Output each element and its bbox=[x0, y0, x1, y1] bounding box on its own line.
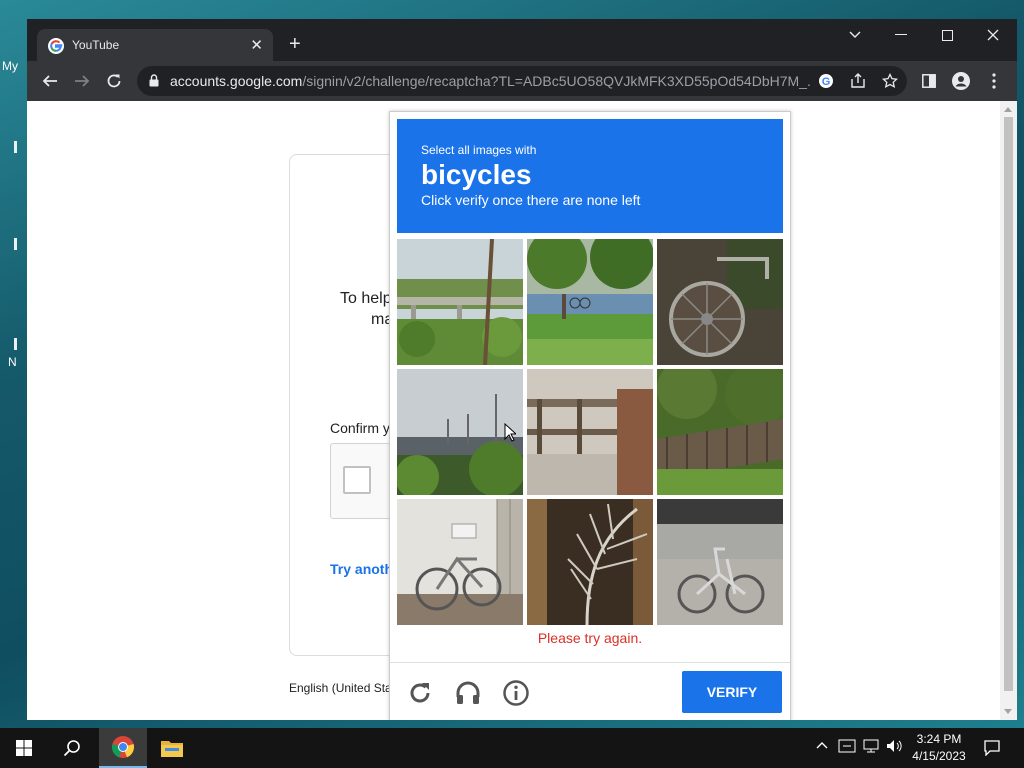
taskbar: 3:24 PM 4/15/2023 bbox=[0, 728, 1024, 768]
error-message: Please try again. bbox=[537, 630, 643, 646]
challenge-instruction: Click verify once there are none left bbox=[421, 192, 641, 208]
captcha-tile-3[interactable] bbox=[657, 239, 783, 365]
browser-window: YouTube ✕ + accounts.google.com/signin/v… bbox=[27, 19, 1017, 720]
minimize-icon[interactable] bbox=[878, 19, 924, 51]
captcha-tile-2[interactable] bbox=[527, 239, 653, 365]
start-windows-icon[interactable] bbox=[0, 728, 48, 768]
side-panel-icon[interactable] bbox=[919, 71, 939, 91]
tab-search-chevron-icon[interactable] bbox=[832, 19, 878, 51]
confirm-text: Confirm y bbox=[330, 420, 390, 436]
clock-time: 3:24 PM bbox=[916, 732, 962, 746]
bookmark-star-icon[interactable] bbox=[881, 72, 899, 90]
menu-kebab-icon[interactable] bbox=[984, 71, 1004, 91]
clock-date: 4/15/2023 bbox=[912, 749, 966, 763]
google-g-icon bbox=[48, 38, 64, 54]
info-icon[interactable] bbox=[502, 679, 530, 707]
challenge-footer: VERIFY bbox=[390, 662, 790, 720]
chrome-taskbar-icon[interactable] bbox=[99, 728, 147, 768]
tab-close-icon[interactable]: ✕ bbox=[250, 36, 263, 54]
desktop-icon-fragment bbox=[14, 141, 17, 153]
reload-page-icon[interactable] bbox=[102, 69, 126, 93]
back-icon[interactable] bbox=[38, 69, 62, 93]
page-content: To help ma Confirm y Try anoth English (… bbox=[27, 101, 1017, 720]
notifications-icon[interactable] bbox=[978, 728, 1006, 768]
captcha-tile-6[interactable] bbox=[657, 369, 783, 495]
browser-toolbar: accounts.google.com/signin/v2/challenge/… bbox=[27, 61, 1017, 101]
clock[interactable]: 3:24 PM 4/15/2023 bbox=[906, 731, 972, 765]
search-icon[interactable] bbox=[48, 728, 96, 768]
captcha-tile-8[interactable] bbox=[527, 499, 653, 625]
mouse-cursor-icon bbox=[504, 423, 516, 442]
scrollbar-thumb[interactable] bbox=[1004, 117, 1013, 691]
profile-icon[interactable] bbox=[951, 71, 971, 91]
challenge-header: Select all images with bicycles Click ve… bbox=[397, 119, 783, 233]
reload-icon[interactable] bbox=[406, 679, 434, 707]
forward-icon[interactable] bbox=[70, 69, 94, 93]
svg-text:G: G bbox=[822, 76, 831, 88]
close-window-icon[interactable] bbox=[970, 19, 1016, 51]
desktop-icon-label[interactable]: My bbox=[2, 59, 18, 73]
captcha-tile-9[interactable] bbox=[657, 499, 783, 625]
tab-youtube[interactable]: YouTube ✕ bbox=[37, 29, 273, 61]
language-select[interactable]: English (United Sta bbox=[289, 681, 392, 695]
help-text: To help bbox=[340, 290, 392, 307]
network-icon[interactable] bbox=[862, 738, 880, 757]
google-lens-icon[interactable]: G bbox=[817, 72, 835, 90]
scroll-up-icon[interactable] bbox=[1004, 107, 1012, 112]
tray-chevron-icon[interactable] bbox=[816, 738, 828, 752]
tab-title: YouTube bbox=[72, 38, 120, 52]
image-grid bbox=[397, 239, 783, 625]
desktop-icon-fragment bbox=[14, 338, 17, 350]
share-icon[interactable] bbox=[849, 72, 867, 90]
desktop-icon-label[interactable]: N bbox=[8, 355, 17, 369]
maximize-icon[interactable] bbox=[924, 19, 970, 51]
try-another-way-link[interactable]: Try anoth bbox=[330, 561, 393, 577]
captcha-tile-5[interactable] bbox=[527, 369, 653, 495]
new-tab-icon[interactable]: + bbox=[289, 34, 301, 54]
recaptcha-checkbox[interactable] bbox=[343, 466, 371, 494]
page-scrollbar[interactable] bbox=[1000, 101, 1017, 720]
challenge-target: bicycles bbox=[421, 159, 532, 190]
captcha-tile-7[interactable] bbox=[397, 499, 523, 625]
captcha-tile-1[interactable] bbox=[397, 239, 523, 365]
address-bar[interactable]: accounts.google.com/signin/v2/challenge/… bbox=[137, 66, 907, 96]
volume-icon[interactable] bbox=[886, 738, 902, 757]
security-tray-icon[interactable] bbox=[838, 738, 856, 757]
audio-headphones-icon[interactable] bbox=[454, 679, 482, 707]
file-explorer-icon[interactable] bbox=[148, 728, 196, 768]
scroll-down-icon[interactable] bbox=[1004, 709, 1012, 714]
verify-button[interactable]: VERIFY bbox=[682, 671, 782, 713]
tab-strip: YouTube ✕ + bbox=[27, 19, 1017, 61]
lock-icon[interactable] bbox=[149, 74, 159, 87]
recaptcha-challenge: Select all images with bicycles Click ve… bbox=[389, 111, 791, 720]
challenge-prompt: Select all images with bbox=[421, 143, 537, 157]
desktop-icon-fragment bbox=[14, 238, 17, 250]
url-text[interactable]: accounts.google.com/signin/v2/challenge/… bbox=[170, 73, 810, 89]
